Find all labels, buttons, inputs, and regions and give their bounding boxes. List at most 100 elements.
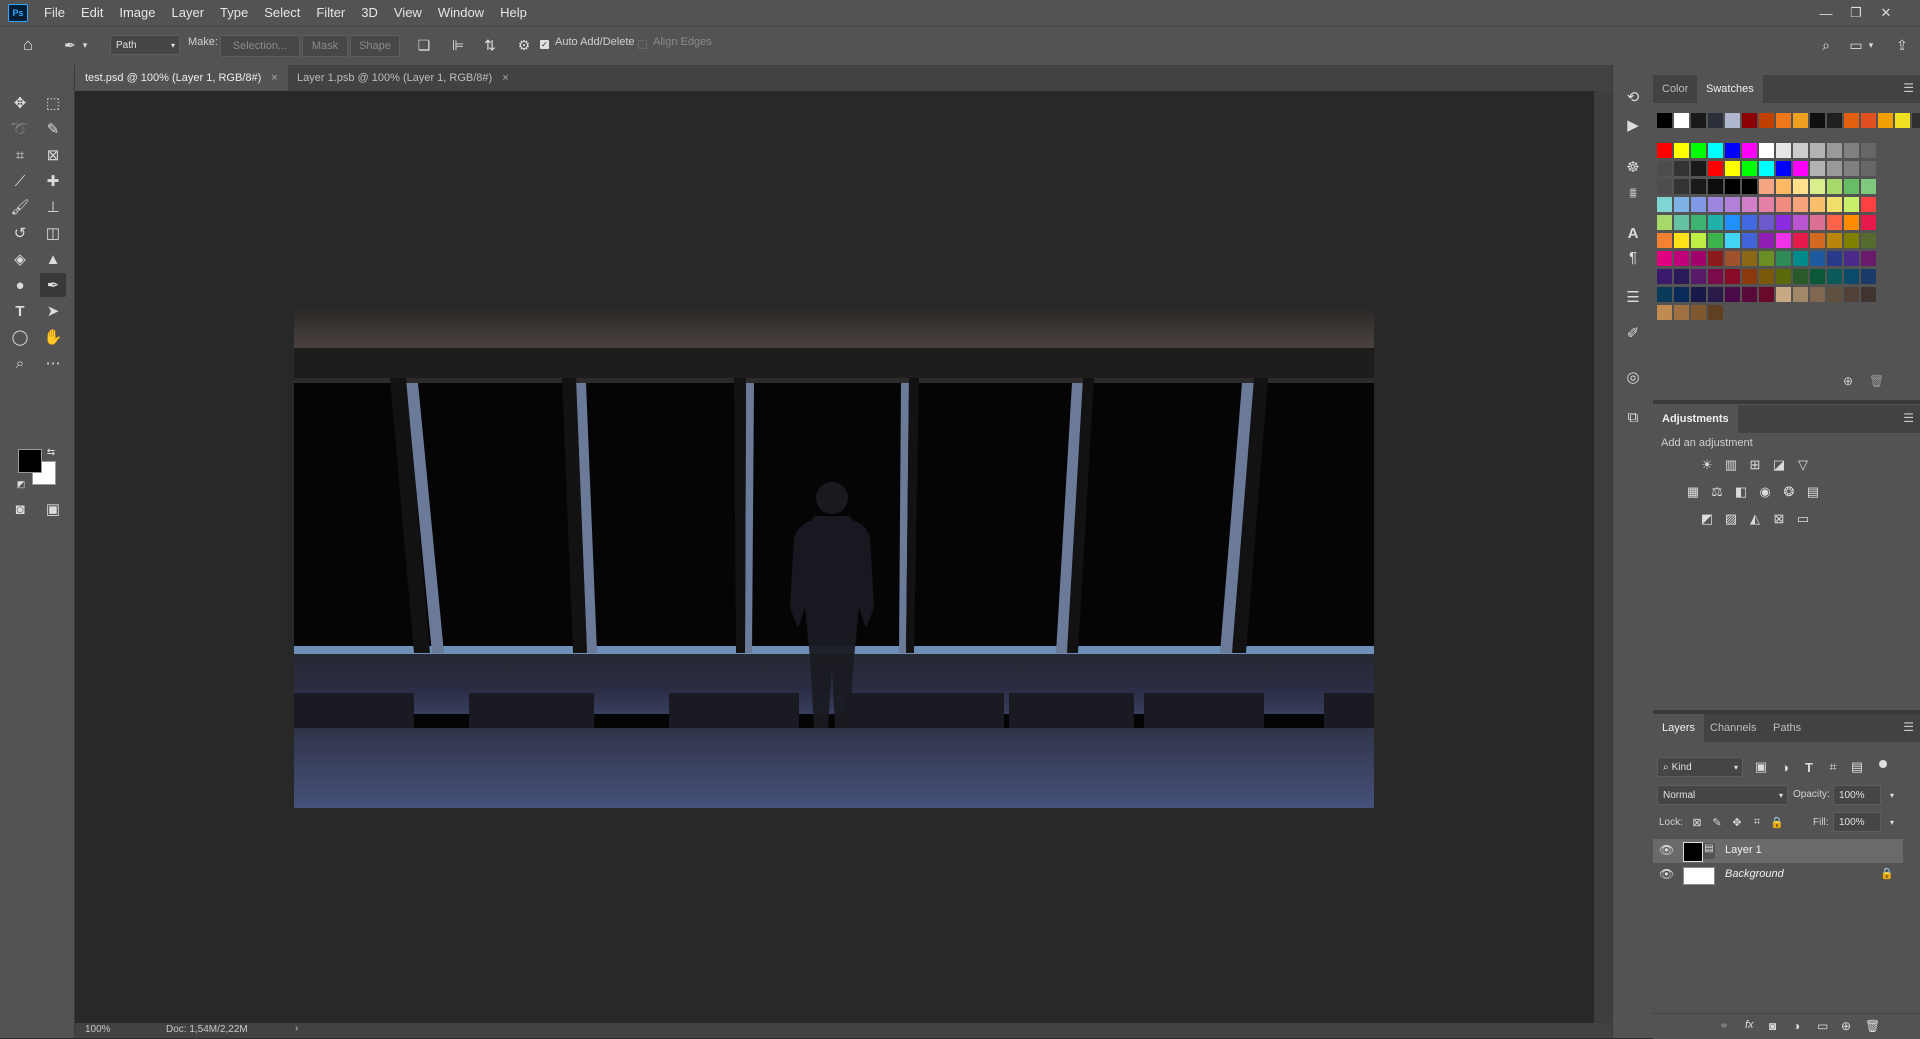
swatch[interactable]: [1742, 233, 1757, 248]
recent-swatch[interactable]: [1793, 113, 1808, 128]
tab-layers[interactable]: Layers: [1653, 714, 1705, 742]
pen-tool-icon[interactable]: ✒: [40, 273, 66, 297]
eye-icon[interactable]: 👁: [1659, 867, 1674, 881]
swatch[interactable]: [1674, 161, 1689, 176]
swatch[interactable]: [1793, 143, 1808, 158]
recent-swatch[interactable]: [1810, 113, 1825, 128]
swatch[interactable]: [1793, 197, 1808, 212]
swatch[interactable]: [1776, 215, 1791, 230]
menu-image[interactable]: Image: [111, 0, 163, 26]
path-selection-tool-icon[interactable]: ➤: [40, 299, 66, 323]
make-mask-button[interactable]: Mask: [302, 35, 348, 57]
swatch[interactable]: [1844, 179, 1859, 194]
swatch[interactable]: [1776, 161, 1791, 176]
character-panel-icon[interactable]: A: [1621, 221, 1645, 245]
adjustments-title[interactable]: Adjustments: [1653, 405, 1738, 433]
swatch[interactable]: [1844, 269, 1859, 284]
swatch[interactable]: [1810, 215, 1825, 230]
swatch[interactable]: [1742, 251, 1757, 266]
make-shape-button[interactable]: Shape: [350, 35, 400, 57]
menu-edit[interactable]: Edit: [73, 0, 111, 26]
swatch[interactable]: [1844, 143, 1859, 158]
swatch[interactable]: [1691, 197, 1706, 212]
menu-layer[interactable]: Layer: [164, 0, 213, 26]
workspace-chevron-icon[interactable]: ▾: [1866, 35, 1876, 55]
swatch[interactable]: [1657, 233, 1672, 248]
paragraph-panel-icon[interactable]: ¶: [1621, 245, 1645, 269]
menu-filter[interactable]: Filter: [308, 0, 353, 26]
brightness-contrast-icon[interactable]: ☀: [1697, 456, 1717, 474]
swatch[interactable]: [1742, 215, 1757, 230]
workspace-icon[interactable]: ▭: [1846, 35, 1866, 55]
foreground-color-swatch[interactable]: [18, 449, 42, 473]
swatch[interactable]: [1827, 179, 1842, 194]
swatch[interactable]: [1725, 143, 1740, 158]
swatch[interactable]: [1725, 179, 1740, 194]
vibrance-icon[interactable]: ▽: [1793, 456, 1813, 474]
more-tools-icon[interactable]: ⋯: [40, 351, 66, 375]
layer-row-layer1[interactable]: 👁 ▤ Layer 1: [1653, 839, 1903, 863]
fx-icon[interactable]: fx: [1745, 1019, 1754, 1031]
clone-source-panel-icon[interactable]: ⧉: [1621, 405, 1645, 429]
paint-bucket-tool-icon[interactable]: ◈: [7, 247, 33, 271]
recent-swatch[interactable]: [1895, 113, 1910, 128]
default-colors-icon[interactable]: ◩: [14, 477, 28, 491]
threshold-icon[interactable]: ◭: [1745, 510, 1765, 528]
filter-smart-object-icon[interactable]: ▤: [1847, 758, 1867, 776]
swatch[interactable]: [1674, 197, 1689, 212]
menu-file[interactable]: File: [36, 0, 73, 26]
swatch[interactable]: [1827, 197, 1842, 212]
brush-tool-icon[interactable]: 🖌: [7, 195, 33, 219]
swatch[interactable]: [1844, 233, 1859, 248]
quick-selection-tool-icon[interactable]: ✎: [40, 117, 66, 141]
screen-mode-icon[interactable]: ▣: [40, 497, 66, 521]
menu-type[interactable]: Type: [212, 0, 256, 26]
fill-input[interactable]: 100% ▾: [1833, 812, 1894, 832]
filter-adjustment-icon[interactable]: ◑: [1775, 758, 1795, 776]
swatch[interactable]: [1861, 251, 1876, 266]
healing-brush-tool-icon[interactable]: ✚: [40, 169, 66, 193]
swatch[interactable]: [1708, 269, 1723, 284]
swatch[interactable]: [1725, 161, 1740, 176]
swatch[interactable]: [1793, 233, 1808, 248]
swatch[interactable]: [1810, 233, 1825, 248]
delete-layer-icon[interactable]: 🗑: [1865, 1019, 1880, 1033]
swatch[interactable]: [1793, 251, 1808, 266]
tab-test-psd[interactable]: test.psd @ 100% (Layer 1, RGB/8#) ×: [75, 65, 288, 91]
swap-colors-icon[interactable]: ⇆: [44, 445, 58, 459]
blur-tool-icon[interactable]: ▲: [40, 247, 66, 271]
swatch[interactable]: [1674, 269, 1689, 284]
swatch[interactable]: [1742, 143, 1757, 158]
swatch[interactable]: [1657, 287, 1672, 302]
panel-menu-icon[interactable]: ☰: [1903, 411, 1914, 425]
recent-swatch[interactable]: [1657, 113, 1672, 128]
swatch[interactable]: [1691, 269, 1706, 284]
swatch[interactable]: [1725, 287, 1740, 302]
lock-transparent-icon[interactable]: ⊠: [1687, 813, 1707, 831]
swatch[interactable]: [1810, 161, 1825, 176]
swatch[interactable]: [1742, 269, 1757, 284]
swatch[interactable]: [1861, 215, 1876, 230]
swatch[interactable]: [1810, 287, 1825, 302]
swatch[interactable]: [1708, 197, 1723, 212]
swatch[interactable]: [1691, 287, 1706, 302]
swatch[interactable]: [1827, 233, 1842, 248]
glyphs-panel-icon[interactable]: ◎: [1621, 365, 1645, 389]
swatch[interactable]: [1657, 251, 1672, 266]
filter-pixel-icon[interactable]: ▣: [1751, 758, 1771, 776]
swatch[interactable]: [1657, 143, 1672, 158]
swatch[interactable]: [1861, 143, 1876, 158]
swatch[interactable]: [1725, 269, 1740, 284]
menu-help[interactable]: Help: [492, 0, 535, 26]
swatch[interactable]: [1861, 197, 1876, 212]
swatch[interactable]: [1827, 251, 1842, 266]
swatch[interactable]: [1793, 269, 1808, 284]
color-lookup-icon[interactable]: ▤: [1803, 483, 1823, 501]
selective-color-icon[interactable]: ⊠: [1769, 510, 1789, 528]
swatch[interactable]: [1776, 287, 1791, 302]
swatch[interactable]: [1657, 215, 1672, 230]
close-tab-icon[interactable]: ×: [271, 72, 277, 84]
swatch[interactable]: [1759, 233, 1774, 248]
panel-menu-icon[interactable]: ☰: [1903, 81, 1914, 95]
path-arrangement-icon[interactable]: ⇅: [480, 35, 500, 55]
